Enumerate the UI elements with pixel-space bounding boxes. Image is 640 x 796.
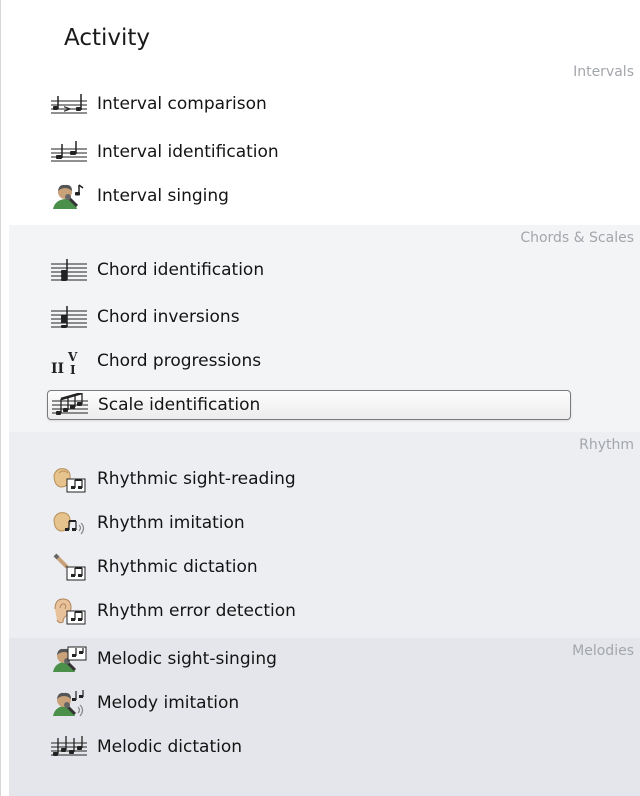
melody-notes-icon [51,732,87,762]
activity-label: Rhythm error detection [97,601,296,621]
activity-item-rhythm-imitation[interactable]: Rhythm imitation [39,508,571,538]
activity-item-melody-imitation[interactable]: Melody imitation [39,688,571,718]
panel-title: Activity [64,25,151,51]
svg-text:I: I [70,363,76,375]
svg-text:>: > [63,104,71,115]
interval-identification-icon [51,137,87,167]
activity-item-chord-identification[interactable]: Chord identification [39,255,571,285]
activity-label: Rhythmic dictation [97,557,258,577]
singer-imitation-icon [51,688,87,718]
activity-label: Melody imitation [97,693,240,713]
activity-item-melodic-dictation[interactable]: Melodic dictation [39,732,571,762]
activity-label: Rhythmic sight-reading [97,469,296,489]
activity-label: Interval identification [97,142,279,162]
activity-item-interval-comparison[interactable]: > Interval comparison [39,89,571,119]
section-header-melodies: Melodies [572,643,634,659]
singer-melody-icon [51,644,87,674]
activity-item-scale-identification[interactable]: Scale identification [47,390,571,420]
interval-comparison-icon: > [51,89,87,119]
activity-label: Chord progressions [97,351,262,371]
activity-label: Interval comparison [97,94,267,114]
activity-label: Melodic sight-singing [97,649,277,669]
activity-label: Interval singing [97,186,229,206]
activity-label: Chord inversions [97,307,240,327]
singer-microphone-icon [51,181,87,211]
section-header-chords-scales: Chords & Scales [520,230,634,246]
activity-label: Chord identification [97,260,265,280]
activity-label: Rhythm imitation [97,513,245,533]
ear-rhythm-icon [51,596,87,626]
clapping-hands-icon [51,464,87,494]
svg-text:V: V [67,350,78,364]
scale-notes-icon [52,390,88,420]
activity-label: Melodic dictation [97,737,243,757]
section-header-intervals: Intervals [573,64,634,80]
activity-item-chord-inversions[interactable]: Chord inversions [39,302,571,332]
activity-item-interval-singing[interactable]: Interval singing [39,181,571,211]
section-header-rhythm: Rhythm [579,437,634,453]
svg-text:II: II [51,361,64,375]
activity-item-melodic-sight-singing[interactable]: Melodic sight-singing [39,644,571,674]
activity-item-rhythm-error-detection[interactable]: Rhythm error detection [39,596,571,626]
chord-icon [51,255,87,285]
pencil-rhythm-icon [51,552,87,582]
chord-inversion-icon [51,302,87,332]
activity-item-rhythmic-dictation[interactable]: Rhythmic dictation [39,552,571,582]
roman-numerals-icon: II V I [51,346,87,376]
activity-item-interval-identification[interactable]: Interval identification [39,137,571,167]
activity-panel: Activity Intervals Chords & Scales Rhyth… [0,0,640,796]
activity-label: Scale identification [98,395,261,415]
activity-item-rhythmic-sight-reading[interactable]: Rhythmic sight-reading [39,464,571,494]
activity-item-chord-progressions[interactable]: II V I Chord progressions [39,346,571,376]
clapping-hands-sound-icon [51,508,87,538]
